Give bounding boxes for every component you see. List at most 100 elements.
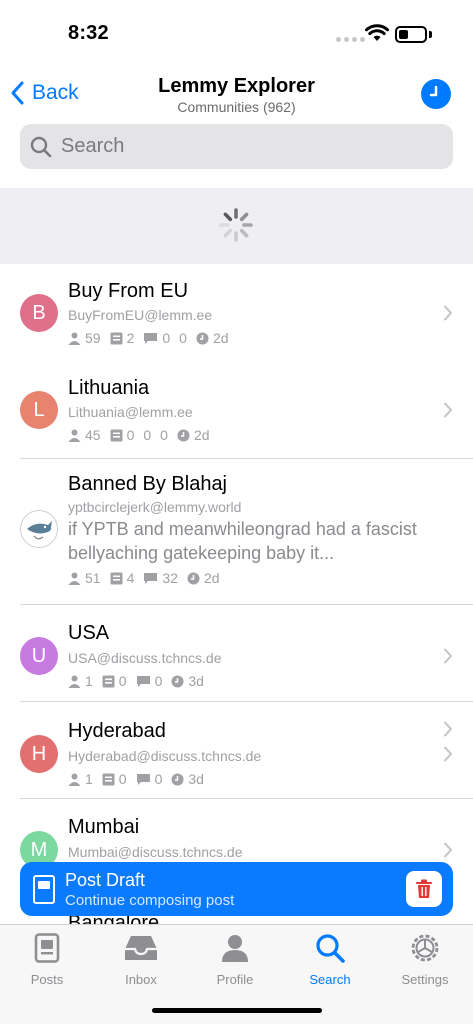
- comment-count: 0: [143, 427, 152, 443]
- list-item[interactable]: H Hyderabad Hyderabad@discuss.tchncs.de …: [0, 702, 473, 799]
- person-icon: [68, 773, 81, 786]
- shark-avatar: [20, 510, 58, 548]
- community-name: Hyderabad: [68, 720, 166, 742]
- community-age: 2d: [212, 330, 229, 346]
- cellular-signal-icon: [336, 37, 365, 42]
- clock-icon: [171, 675, 184, 687]
- battery-cap: [429, 31, 432, 38]
- community-name: Lithuania: [68, 377, 150, 399]
- clock-icon: [196, 332, 209, 344]
- wifi-icon: [365, 24, 389, 41]
- status-bar: 8:32: [0, 0, 473, 66]
- chevron-right-icon: [444, 648, 452, 664]
- posts-icon: [102, 773, 115, 785]
- community-stats: 45 0 0 0 2d: [68, 427, 219, 443]
- settings-icon: [411, 934, 439, 962]
- avatar: H: [20, 735, 58, 773]
- community-name: Mumbai: [68, 816, 140, 838]
- comment-count: 0: [154, 771, 163, 787]
- chevron-right-icon: [444, 746, 452, 762]
- draft-subtitle: Continue composing post: [65, 892, 235, 909]
- battery-icon: [395, 26, 427, 43]
- posts-icon: [110, 332, 123, 344]
- post-count: 2: [126, 330, 135, 346]
- tab-label: Search: [309, 972, 351, 987]
- clock-icon: [187, 572, 200, 584]
- community-handle: Mumbai@discuss.tchncs.de: [68, 844, 243, 860]
- nav-bar: Back Lemmy Explorer Communities (962): [0, 66, 473, 122]
- search-field[interactable]: Search: [20, 124, 453, 169]
- active-count: 0: [179, 330, 187, 346]
- subscriber-count: 1: [85, 771, 93, 787]
- comment-icon: [136, 675, 150, 687]
- community-age: 3d: [188, 771, 204, 787]
- community-age: 3d: [188, 673, 204, 689]
- inbox-icon: [125, 936, 157, 960]
- comment-icon: [144, 572, 158, 584]
- list-item[interactable]: U USA USA@discuss.tchncs.de 1 0 0 3d: [0, 605, 473, 702]
- draft-document-icon: [33, 875, 55, 904]
- subscriber-count: 1: [85, 673, 93, 689]
- community-list: B Buy From EU BuyFromEU@lemm.ee 59 2 0 0…: [0, 264, 473, 896]
- tab-label: Settings: [401, 972, 449, 987]
- posts-icon: [34, 933, 60, 963]
- posts-icon: [110, 429, 123, 441]
- tab-posts[interactable]: Posts: [0, 933, 94, 987]
- trash-icon: [416, 879, 432, 898]
- home-indicator: [152, 1008, 322, 1013]
- posts-icon: [110, 572, 123, 584]
- person-icon: [68, 675, 81, 688]
- community-stats: 1 0 0 3d: [68, 673, 213, 689]
- post-count: 0: [126, 427, 135, 443]
- subscriber-count: 45: [85, 427, 101, 443]
- tab-label: Profile: [216, 972, 254, 987]
- search-icon: [316, 934, 345, 963]
- search-icon: [30, 136, 52, 157]
- person-icon: [68, 429, 81, 442]
- person-icon: [68, 572, 81, 585]
- tab-label: Inbox: [125, 972, 157, 987]
- page-title: Lemmy Explorer: [158, 75, 315, 97]
- post-count: 4: [126, 570, 135, 586]
- comment-count: 0: [162, 330, 171, 346]
- page-subtitle: Communities (962): [177, 99, 296, 115]
- avatar: B: [20, 294, 58, 332]
- delete-draft-button[interactable]: [406, 871, 442, 907]
- comment-icon: [136, 773, 150, 785]
- post-count: 0: [118, 673, 127, 689]
- tab-settings[interactable]: Settings: [378, 933, 472, 987]
- tab-inbox[interactable]: Inbox: [94, 933, 188, 987]
- community-description: if YPTB and meanwhileongrad had a fascis…: [68, 519, 417, 563]
- chevron-right-icon: [444, 402, 452, 418]
- clock-icon: [177, 429, 190, 441]
- post-count: 0: [118, 771, 127, 787]
- subscriber-count: 59: [85, 330, 101, 346]
- clock-button[interactable]: [421, 79, 451, 109]
- community-name: USA: [68, 622, 110, 644]
- loading-spinner-icon: [219, 208, 253, 242]
- community-stats: 51 4 32 2d: [68, 570, 229, 586]
- clock-icon: [429, 85, 438, 97]
- profile-icon: [222, 935, 248, 962]
- search-input[interactable]: Search: [61, 135, 124, 158]
- community-age: 2d: [203, 570, 220, 586]
- status-time: 8:32: [68, 22, 109, 44]
- community-name: Buy From EU: [68, 280, 189, 302]
- list-item[interactable]: Banned By Blahaj yptbcirclejerk@lemmy.wo…: [0, 459, 473, 737]
- community-stats: 1 0 0 3d: [68, 771, 213, 787]
- community-age: 2d: [193, 427, 210, 443]
- comment-count: 32: [162, 570, 178, 586]
- comment-count: 0: [154, 673, 163, 689]
- post-draft-banner[interactable]: Post Draft Continue composing post: [20, 862, 453, 916]
- tab-profile[interactable]: Profile: [188, 933, 282, 987]
- active-count: 0: [160, 427, 168, 443]
- list-item[interactable]: L Lithuania Lithuania@lemm.ee 45 0 0 0 2…: [0, 361, 473, 459]
- clock-icon: [171, 773, 184, 785]
- shark-icon: [27, 521, 52, 540]
- chevron-right-icon: [444, 842, 452, 858]
- subscriber-count: 51: [85, 570, 101, 586]
- tab-search[interactable]: Search: [283, 933, 377, 987]
- avatar: U: [20, 637, 58, 675]
- list-item[interactable]: B Buy From EU BuyFromEU@lemm.ee 59 2 0 0…: [0, 264, 473, 361]
- person-icon: [68, 332, 81, 345]
